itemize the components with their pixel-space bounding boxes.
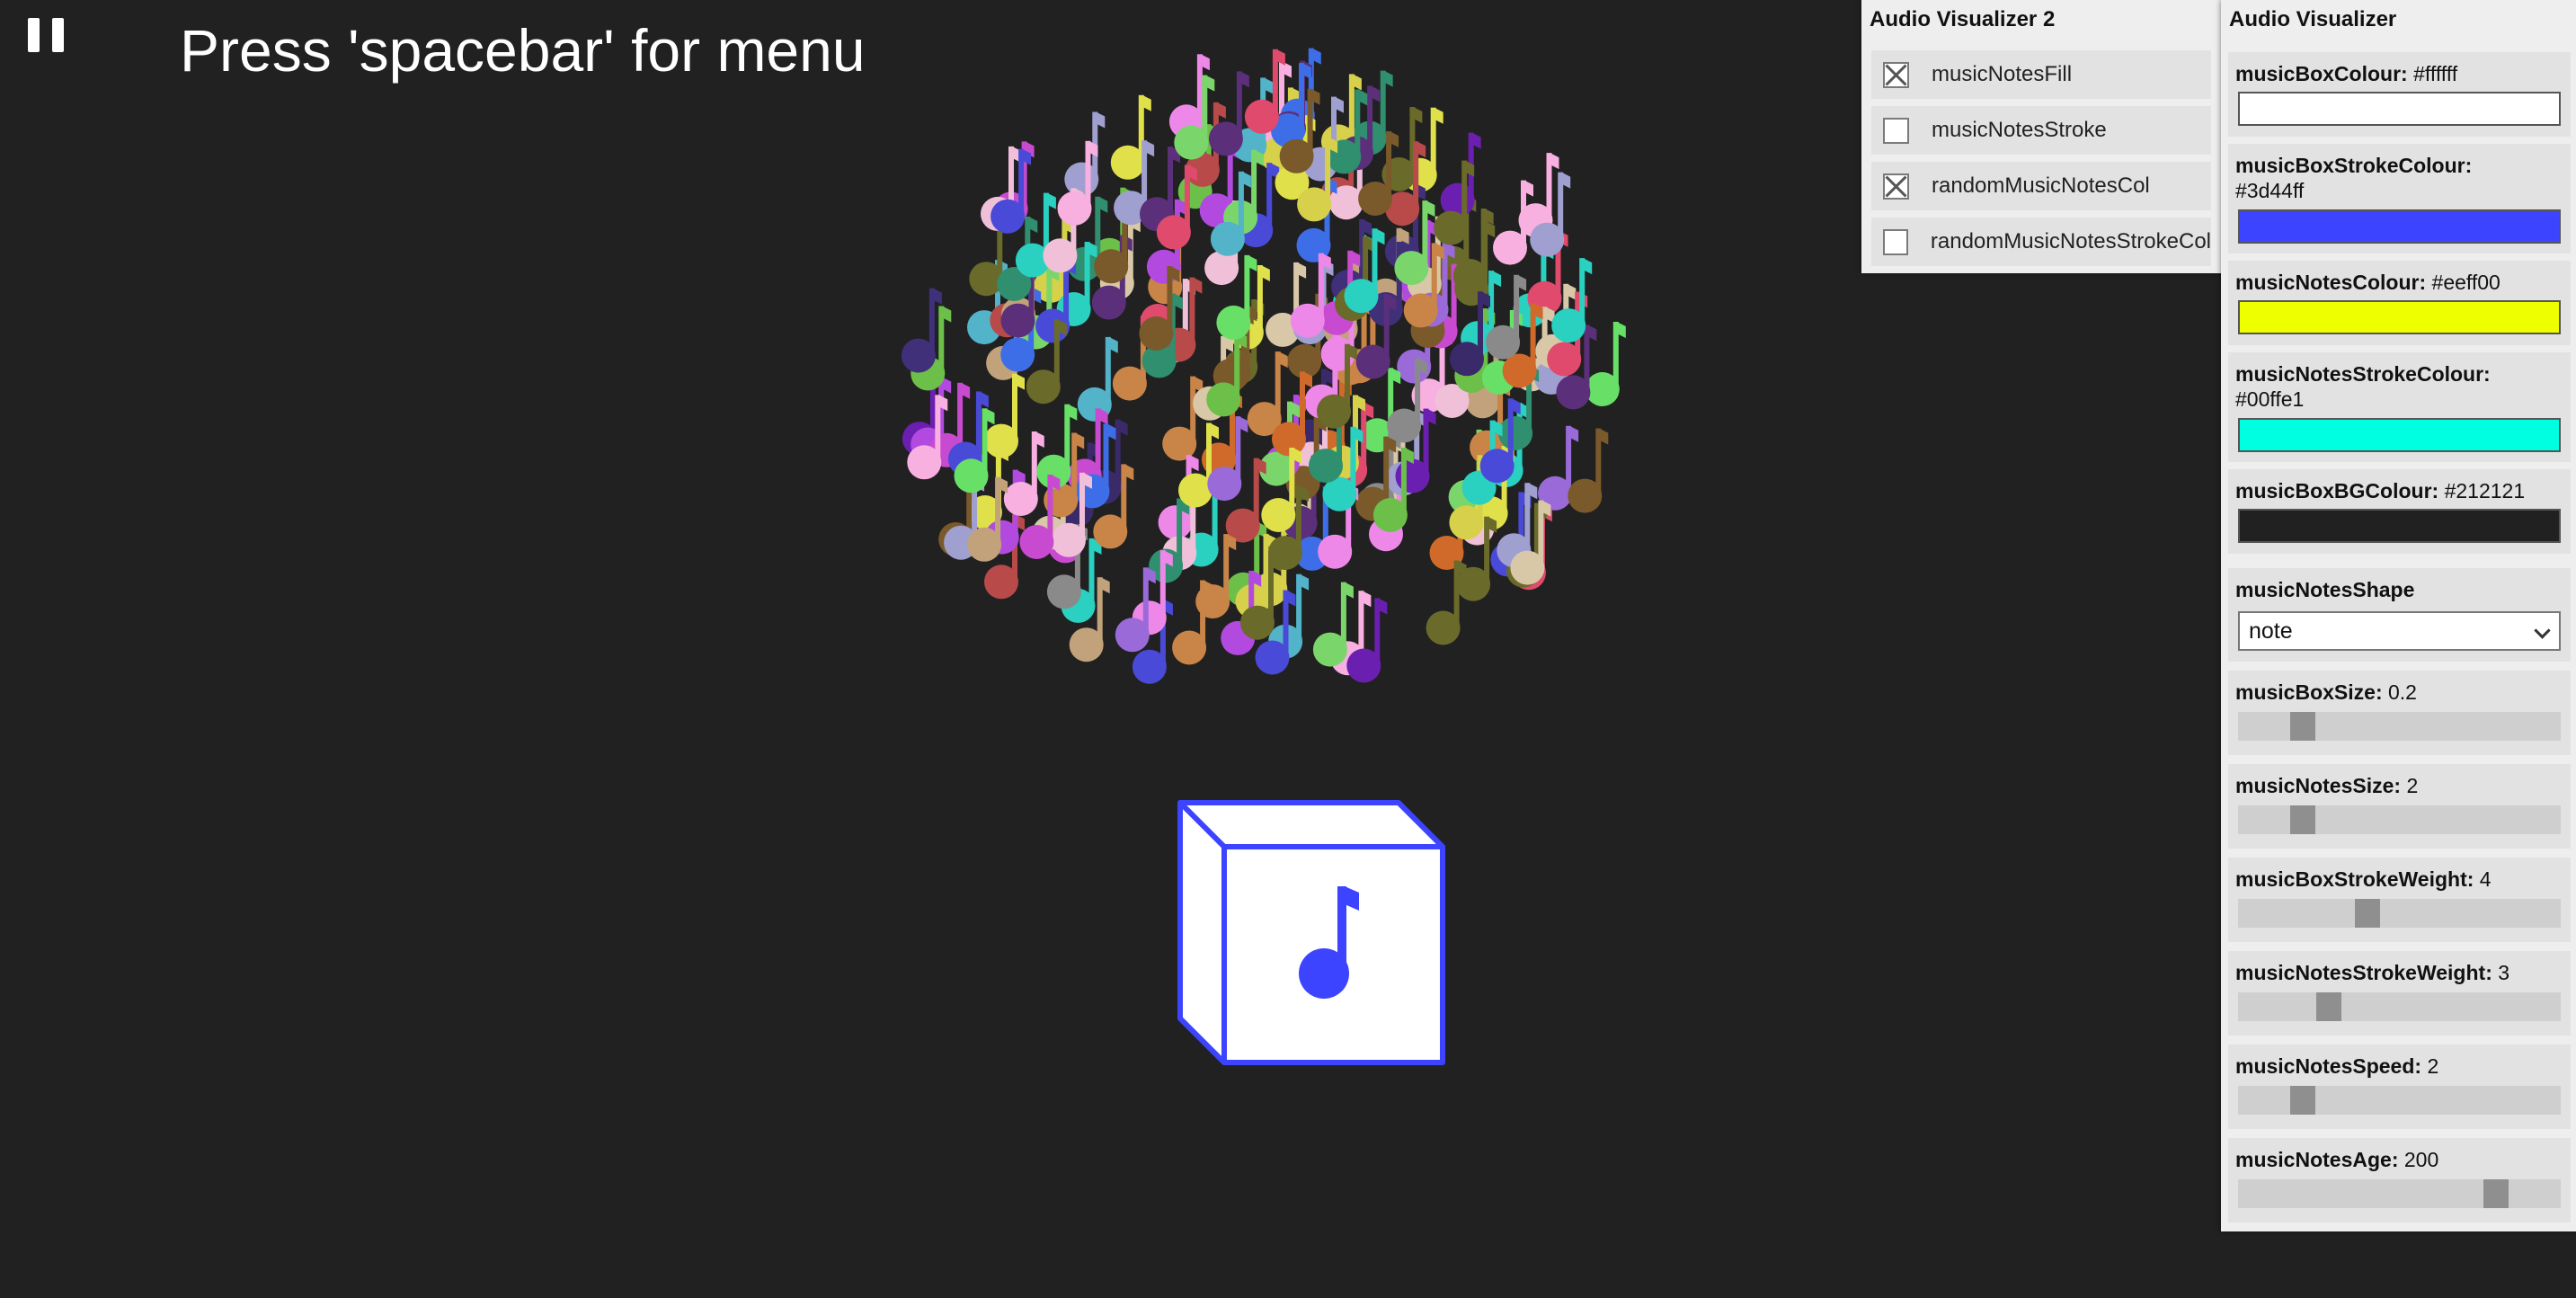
control-music-notes-colour: musicNotesColour: #eeff00 [2228, 261, 2571, 345]
music-notes-stroke-weight-slider[interactable] [2238, 992, 2561, 1021]
control-value: 200 [2403, 1148, 2439, 1171]
color-picker-music-notes-stroke-colour[interactable] [2238, 418, 2561, 452]
checkbox-music-notes-stroke[interactable] [1883, 117, 1909, 144]
color-picker-music-box-colour[interactable] [2238, 92, 2561, 126]
checkbox-label: randomMusicNotesCol [1932, 173, 2150, 198]
pause-icon[interactable] [27, 18, 65, 52]
page-title: Press 'spacebar' for menu [180, 17, 866, 84]
control-music-box-colour: musicBoxColour: #ffffff [2228, 52, 2571, 137]
control-value: #00ffe1 [2235, 387, 2305, 411]
select-value: note [2249, 618, 2293, 644]
control-music-notes-stroke-weight: musicNotesStrokeWeight: 3 [2228, 951, 2571, 1036]
color-picker-music-box-bg-colour[interactable] [2238, 509, 2561, 543]
control-name: musicBoxStrokeWeight: [2235, 867, 2474, 891]
music-note [1346, 598, 1388, 683]
music-box-stroke-weight-slider[interactable] [2238, 899, 2561, 928]
checkbox-row-music-notes-fill[interactable]: musicNotesFill [1871, 50, 2211, 99]
checkbox-row-random-music-notes-col[interactable]: randomMusicNotesCol [1871, 162, 2211, 210]
control-name: musicNotesShape [2235, 578, 2415, 601]
control-value: 2 [2406, 774, 2419, 797]
checkbox-row-random-music-notes-stroke-col[interactable]: randomMusicNotesStrokeCol [1871, 218, 2211, 266]
control-music-notes-speed: musicNotesSpeed: 2 [2228, 1045, 2571, 1129]
control-value: 4 [2479, 867, 2492, 891]
audio-visualizer-panel: Audio Visualizer musicBoxColour: #ffffff… [2221, 0, 2576, 1231]
music-notes-age-slider[interactable] [2238, 1179, 2561, 1208]
chevron-down-icon [2534, 622, 2551, 639]
control-name: musicNotesSpeed: [2235, 1054, 2422, 1078]
control-name: musicBoxColour: [2235, 62, 2408, 85]
audio-visualizer-2-panel: Audio Visualizer 2 musicNotesFill musicN… [1861, 0, 2221, 273]
music-notes-shape-select[interactable]: note [2238, 611, 2561, 651]
control-name: musicNotesAge: [2235, 1148, 2399, 1171]
checkbox-label: musicNotesStroke [1932, 118, 2107, 142]
control-music-box-stroke-colour: musicBoxStrokeColour: #3d44ff [2228, 144, 2571, 253]
control-value: #3d44ff [2235, 179, 2305, 202]
panel-title: Audio Visualizer [2229, 7, 2397, 31]
control-value: #eeff00 [2431, 271, 2500, 294]
music-note [1064, 111, 1106, 197]
checkbox-label: randomMusicNotesStrokeCol [1930, 229, 2211, 253]
slider-thumb[interactable] [2315, 992, 2341, 1021]
checkbox-music-notes-fill[interactable] [1883, 61, 1909, 88]
music-box-side-face [1177, 800, 1227, 1065]
control-value: #ffffff [2413, 62, 2458, 85]
control-music-notes-age: musicNotesAge: 200 [2228, 1138, 2571, 1222]
music-note [1162, 376, 1204, 461]
control-music-notes-shape: musicNotesShape note [2228, 568, 2571, 662]
control-value: 2 [2427, 1054, 2439, 1078]
control-music-box-bg-colour: musicBoxBGColour: #212121 [2228, 469, 2571, 554]
checkbox-row-music-notes-stroke[interactable]: musicNotesStroke [1871, 106, 2211, 155]
music-notes-speed-slider[interactable] [2238, 1086, 2561, 1115]
color-picker-music-notes-colour[interactable] [2238, 300, 2561, 334]
control-music-box-size: musicBoxSize: 0.2 [2228, 671, 2571, 755]
slider-thumb[interactable] [2289, 1086, 2315, 1115]
music-notes-cloud [901, 48, 1626, 684]
control-name: musicNotesStrokeWeight: [2235, 961, 2492, 984]
checkbox-label: musicNotesFill [1932, 62, 2073, 86]
color-picker-music-box-stroke-colour[interactable] [2238, 209, 2561, 244]
slider-thumb[interactable] [2289, 712, 2315, 741]
panel-title: Audio Visualizer 2 [1870, 7, 2056, 31]
slider-thumb[interactable] [2354, 899, 2380, 928]
control-value: 0.2 [2388, 680, 2417, 704]
music-note [1568, 428, 1609, 513]
control-music-notes-stroke-colour: musicNotesStrokeColour: #00ffe1 [2228, 352, 2571, 462]
music-notes-size-slider[interactable] [2238, 805, 2561, 834]
control-name: musicBoxStrokeColour: [2235, 154, 2473, 177]
music-box [1177, 800, 1445, 1065]
slider-thumb[interactable] [2483, 1179, 2509, 1208]
control-music-box-stroke-weight: musicBoxStrokeWeight: 4 [2228, 858, 2571, 942]
control-name: musicNotesStrokeColour: [2235, 362, 2491, 386]
slider-thumb[interactable] [2289, 805, 2315, 834]
control-name: musicBoxSize: [2235, 680, 2383, 704]
checkbox-random-music-notes-stroke-col[interactable] [1883, 228, 1908, 255]
checkbox-random-music-notes-col[interactable] [1883, 173, 1909, 200]
control-music-notes-size: musicNotesSize: 2 [2228, 764, 2571, 849]
control-name: musicNotesColour: [2235, 271, 2427, 294]
music-box-size-slider[interactable] [2238, 712, 2561, 741]
control-name: musicBoxBGColour: [2235, 479, 2439, 502]
control-value: 3 [2498, 961, 2510, 984]
control-value: #212121 [2444, 479, 2526, 502]
control-name: musicNotesSize: [2235, 774, 2402, 797]
